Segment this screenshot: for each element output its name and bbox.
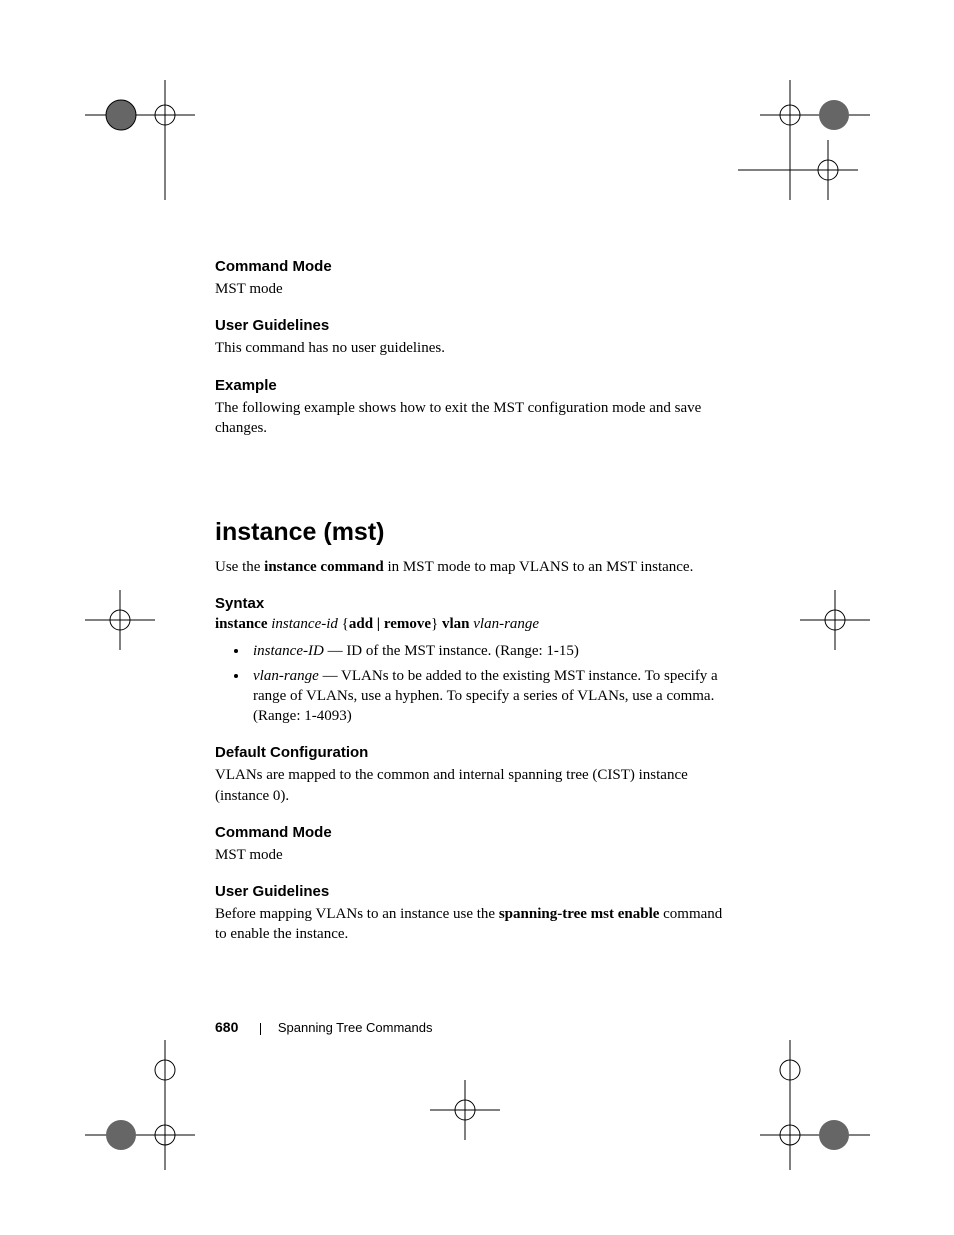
text-main-intro: Use the instance command in MST mode to … <box>215 557 735 577</box>
footer-separator <box>260 1023 261 1035</box>
heading-user-guidelines-2: User Guidelines <box>215 883 735 900</box>
registration-mark-icon <box>430 1080 500 1140</box>
text-example: The following example shows how to exit … <box>215 398 735 439</box>
registration-mark-icon <box>760 1040 870 1170</box>
page-content: Command Mode MST mode User Guidelines Th… <box>215 258 735 949</box>
text-user-guidelines-2: Before mapping VLANs to an instance use … <box>215 904 735 945</box>
heading-command-mode: Command Mode <box>215 258 735 275</box>
param-list: instance-ID — ID of the MST instance. (R… <box>215 641 735 726</box>
registration-mark-icon <box>738 140 858 200</box>
list-item: vlan-range — VLANs to be added to the ex… <box>249 666 735 727</box>
heading-instance-mst: instance (mst) <box>215 518 735 547</box>
page-footer: 680 Spanning Tree Commands <box>215 1019 433 1036</box>
text-default-config: VLANs are mapped to the common and inter… <box>215 765 735 806</box>
heading-user-guidelines: User Guidelines <box>215 317 735 334</box>
list-item: instance-ID — ID of the MST instance. (R… <box>249 641 735 661</box>
heading-command-mode-2: Command Mode <box>215 824 735 841</box>
heading-syntax: Syntax <box>215 595 735 612</box>
syntax-line: instance instance-id {add | remove} vlan… <box>215 616 735 633</box>
registration-mark-icon <box>85 80 195 200</box>
text-command-mode: MST mode <box>215 279 735 299</box>
text-command-mode-2: MST mode <box>215 845 735 865</box>
heading-example: Example <box>215 377 735 394</box>
text-user-guidelines: This command has no user guidelines. <box>215 338 735 358</box>
chapter-title: Spanning Tree Commands <box>278 1020 433 1035</box>
registration-mark-icon <box>85 590 155 650</box>
registration-mark-icon <box>85 1040 195 1170</box>
registration-mark-icon <box>800 590 870 650</box>
page-number: 680 <box>215 1019 238 1035</box>
heading-default-config: Default Configuration <box>215 744 735 761</box>
